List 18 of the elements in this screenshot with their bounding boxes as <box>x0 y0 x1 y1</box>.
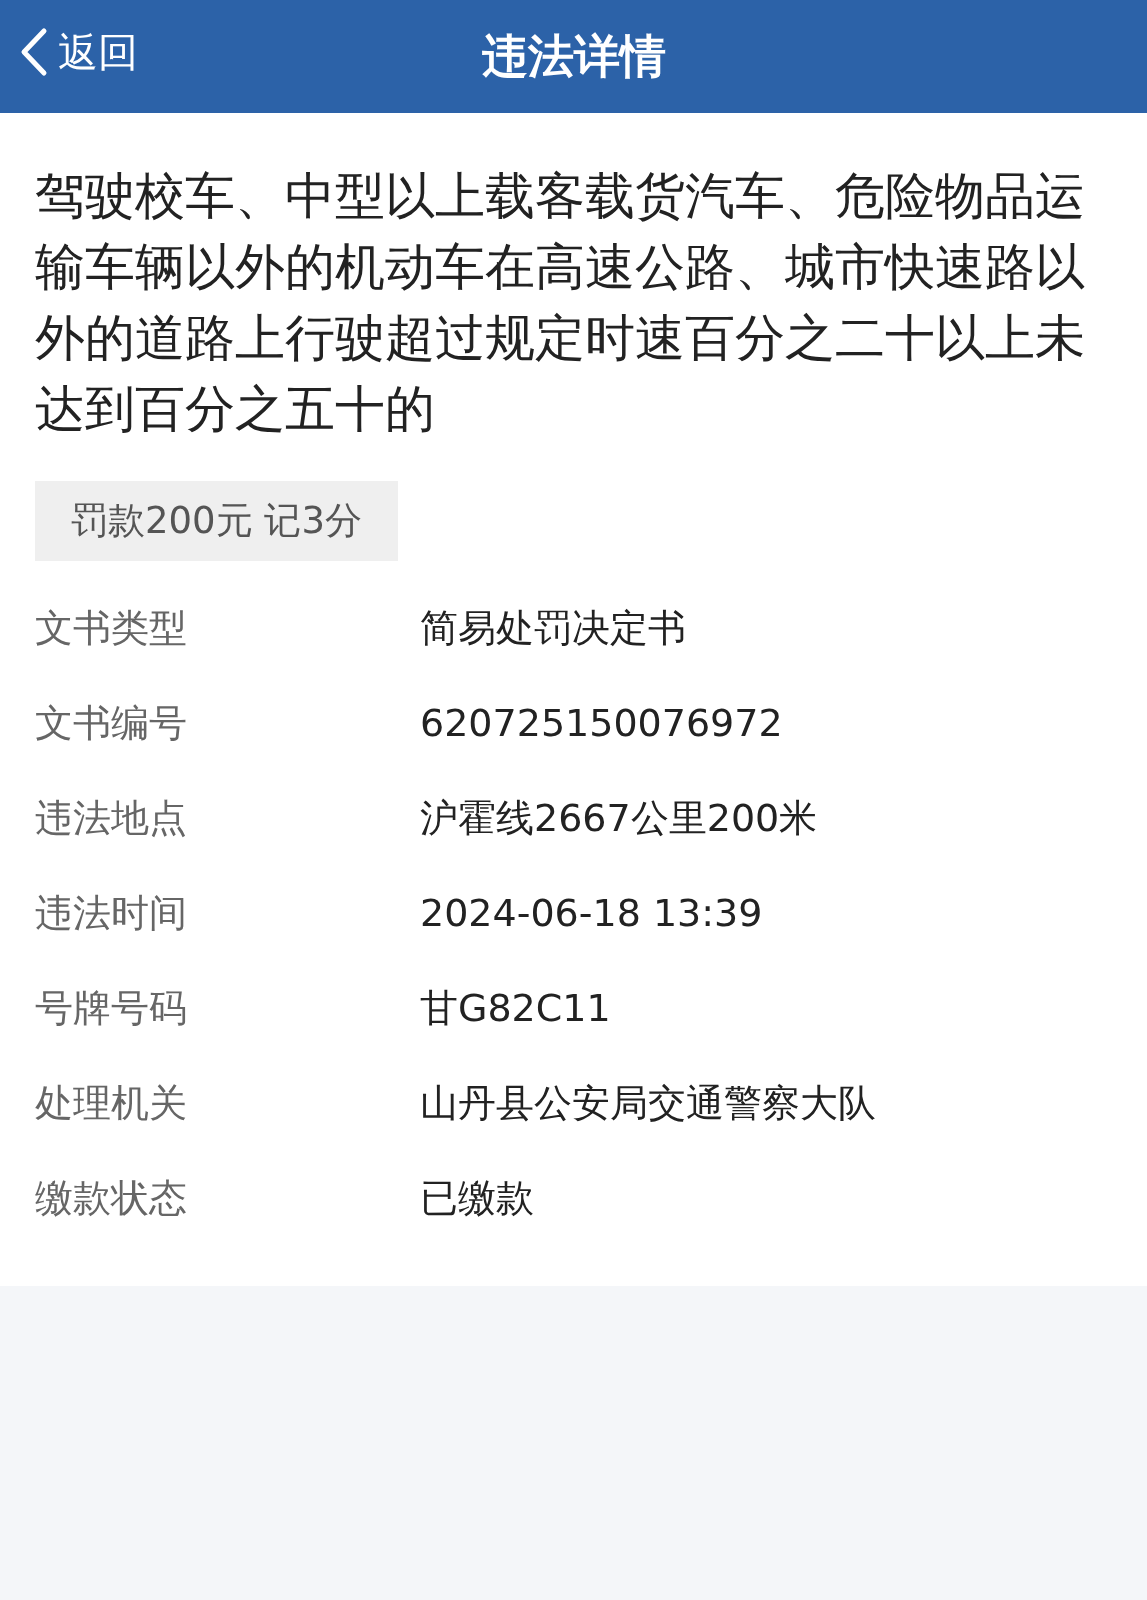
field-value: 620725150076972 <box>420 699 783 747</box>
field-value: 甘G82C11 <box>420 984 611 1032</box>
back-button[interactable]: 返回 <box>18 22 138 82</box>
field-value: 山丹县公安局交通警察大队 <box>420 1079 876 1127</box>
field-label: 违法时间 <box>35 889 188 937</box>
field-label: 缴款状态 <box>35 1174 188 1222</box>
field-label: 违法地点 <box>35 794 188 842</box>
field-label: 文书编号 <box>35 699 188 747</box>
field-value: 已缴款 <box>420 1174 534 1222</box>
field-label: 处理机关 <box>35 1079 188 1127</box>
field-label: 号牌号码 <box>35 984 188 1032</box>
field-value: 沪霍线2667公里200米 <box>420 794 818 842</box>
field-value: 2024-06-18 13:39 <box>420 889 763 937</box>
field-label: 文书类型 <box>35 604 188 652</box>
field-value: 简易处罚决定书 <box>420 604 686 652</box>
penalty-tag: 罚款200元 记3分 <box>35 481 398 561</box>
violation-description: 驾驶校车、中型以上载客载货汽车、危险物品运输车辆以外的机动车在高速公路、城市快速路以外的道路上行驶超过规定时速百分之二十以上未达到百分之五十的 <box>35 166 1086 440</box>
page-title: 违法详情 <box>481 28 666 85</box>
